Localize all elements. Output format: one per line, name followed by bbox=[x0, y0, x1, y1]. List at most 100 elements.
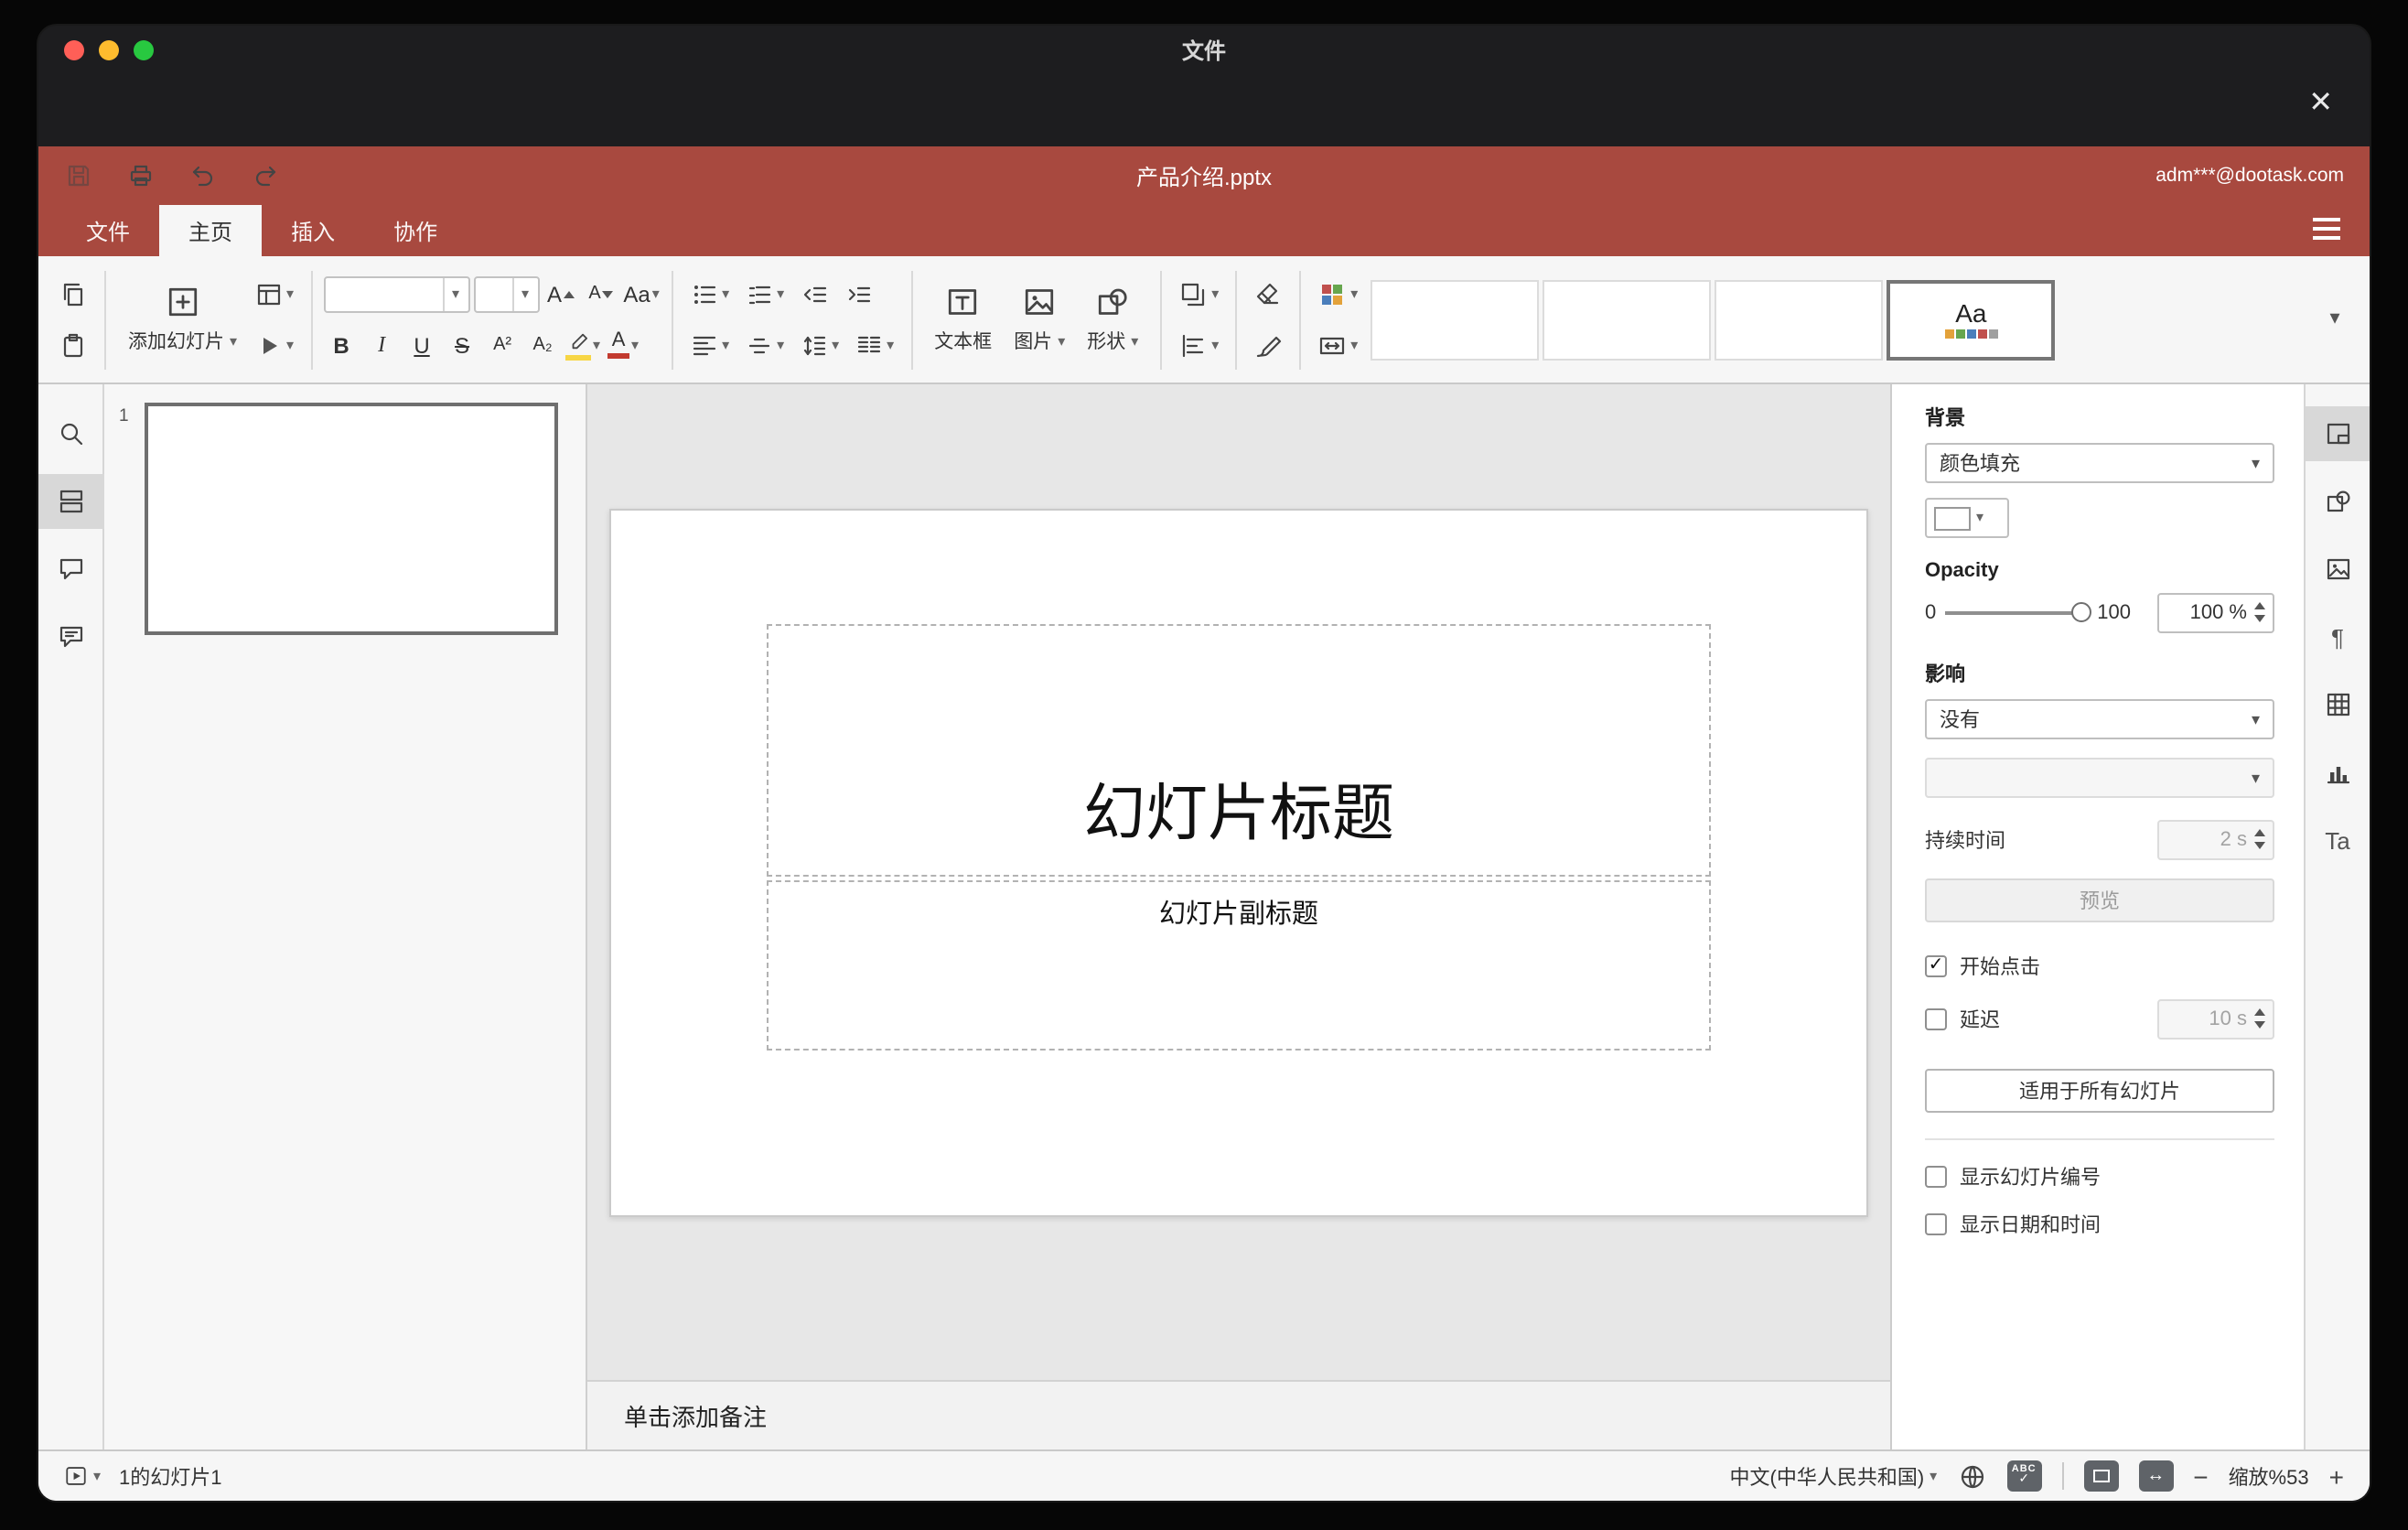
background-color-picker[interactable]: ▾ bbox=[1925, 498, 2009, 538]
undo-button[interactable] bbox=[188, 161, 218, 190]
delay-spinner[interactable]: 10 s bbox=[2157, 999, 2274, 1040]
chart-settings-button[interactable] bbox=[2305, 745, 2370, 800]
decrease-font-button[interactable]: A bbox=[583, 274, 619, 314]
slides-panel-button[interactable] bbox=[38, 474, 103, 529]
slide[interactable]: 幻灯片标题 幻灯片副标题 bbox=[609, 509, 1868, 1217]
slide-settings-panel: 背景 颜色填充 ▾ ▾ Opacity 0 100 100 % 影响 没有 ▾ … bbox=[1890, 384, 2304, 1449]
show-slide-number-checkbox[interactable] bbox=[1925, 1166, 1947, 1188]
theme-gallery-expand-button[interactable]: ▾ bbox=[2315, 279, 2355, 360]
theme-option[interactable] bbox=[1715, 279, 1884, 360]
tab-home[interactable]: 主页 bbox=[159, 205, 263, 256]
theme-option-selected[interactable]: Aa bbox=[1887, 279, 2056, 360]
opacity-spinner[interactable]: 100 % bbox=[2157, 593, 2274, 633]
menu-icon[interactable] bbox=[2313, 218, 2340, 240]
shape-settings-icon bbox=[2326, 490, 2349, 512]
increase-indent-icon bbox=[848, 286, 870, 302]
opacity-slider-thumb[interactable] bbox=[2071, 602, 2092, 622]
spinner-arrows[interactable] bbox=[2254, 602, 2265, 622]
theme-option[interactable] bbox=[1543, 279, 1712, 360]
change-case-button[interactable]: Aa ▾ bbox=[623, 274, 660, 314]
bold-button[interactable]: B bbox=[323, 325, 360, 365]
slide-layout-button[interactable]: ▾ bbox=[248, 272, 299, 316]
color-scheme-button[interactable]: ▾ bbox=[1312, 272, 1363, 316]
slide-settings-button[interactable] bbox=[2305, 406, 2370, 461]
start-on-click-checkbox[interactable]: ✓ bbox=[1925, 955, 1947, 977]
superscript-button[interactable]: A² bbox=[484, 325, 521, 365]
table-settings-button[interactable] bbox=[2305, 677, 2370, 732]
duration-spinner[interactable]: 2 s bbox=[2157, 820, 2274, 860]
set-language-button[interactable] bbox=[1957, 1461, 1986, 1491]
tab-insert[interactable]: 插入 bbox=[262, 205, 364, 256]
shape-button[interactable]: 形状 ▾ bbox=[1076, 266, 1149, 372]
decrease-indent-button[interactable] bbox=[793, 272, 833, 316]
shape-settings-button[interactable] bbox=[2305, 474, 2370, 529]
background-fill-dropdown[interactable]: 颜色填充 ▾ bbox=[1925, 443, 2274, 483]
delay-checkbox[interactable] bbox=[1925, 1008, 1947, 1030]
apply-to-all-slides-button[interactable]: 适用于所有幻灯片 bbox=[1925, 1069, 2274, 1113]
increase-font-button[interactable]: A bbox=[543, 274, 579, 314]
text-box-button[interactable]: 文本框 bbox=[923, 266, 1003, 372]
theme-preview-label: Aa bbox=[1955, 298, 1987, 328]
copy-button[interactable] bbox=[53, 272, 93, 316]
bullet-list-button[interactable]: ▾ bbox=[683, 272, 735, 316]
search-button[interactable] bbox=[38, 406, 103, 461]
font-grow-label: A bbox=[547, 281, 563, 307]
close-icon[interactable]: ✕ bbox=[2308, 89, 2333, 119]
vertical-align-button[interactable]: ▾ bbox=[738, 323, 790, 367]
add-slide-button[interactable]: 添加幻灯片 ▾ bbox=[117, 266, 248, 372]
chevron-down-icon[interactable]: ▾ bbox=[442, 277, 468, 310]
slide-size-button[interactable]: ▾ bbox=[1312, 323, 1363, 367]
redo-button[interactable] bbox=[251, 161, 280, 190]
start-slideshow-status-button[interactable]: ▾ bbox=[64, 1464, 101, 1488]
font-color-button[interactable]: A ▾ bbox=[605, 325, 641, 365]
copy-style-button[interactable] bbox=[1248, 323, 1288, 367]
line-spacing-button[interactable]: ▾ bbox=[793, 323, 844, 367]
chevron-down-icon: ▾ bbox=[1976, 509, 1984, 525]
horizontal-align-button[interactable]: ▾ bbox=[683, 323, 735, 367]
font-size-combobox[interactable]: ▾ bbox=[473, 275, 540, 312]
image-settings-button[interactable] bbox=[2305, 542, 2370, 597]
effect-type-dropdown[interactable]: ▾ bbox=[1925, 758, 2274, 798]
chevron-down-icon: ▾ bbox=[722, 285, 730, 301]
print-button[interactable] bbox=[126, 161, 156, 190]
underline-button[interactable]: U bbox=[403, 325, 440, 365]
chevron-down-icon[interactable]: ▾ bbox=[511, 277, 537, 310]
highlight-color-button[interactable]: ▾ bbox=[564, 325, 601, 365]
spellcheck-button[interactable]: ABC ✓ bbox=[2006, 1460, 2042, 1492]
image-button[interactable]: 图片 ▾ bbox=[1003, 266, 1076, 372]
subscript-button[interactable]: A₂ bbox=[524, 325, 561, 365]
opacity-slider[interactable] bbox=[1945, 602, 2092, 622]
increase-indent-button[interactable] bbox=[837, 272, 877, 316]
font-name-combobox[interactable]: ▾ bbox=[323, 275, 470, 312]
chat-button[interactable] bbox=[38, 609, 103, 664]
paste-button[interactable] bbox=[53, 323, 93, 367]
zoom-out-button[interactable]: − bbox=[2193, 1463, 2208, 1489]
strikethrough-button[interactable]: S bbox=[444, 325, 480, 365]
text-art-settings-button[interactable]: Ta bbox=[2305, 813, 2370, 867]
notes-bar[interactable]: 单击添加备注 bbox=[587, 1380, 1890, 1449]
align-shapes-button[interactable]: ▾ bbox=[1173, 323, 1224, 367]
subtitle-placeholder[interactable]: 幻灯片副标题 bbox=[767, 879, 1711, 1051]
tab-collaboration[interactable]: 协作 bbox=[364, 205, 467, 256]
theme-option[interactable] bbox=[1371, 279, 1540, 360]
show-date-time-checkbox[interactable] bbox=[1925, 1213, 1947, 1235]
comments-button[interactable] bbox=[38, 542, 103, 597]
italic-button[interactable]: I bbox=[363, 325, 400, 365]
title-placeholder[interactable]: 幻灯片标题 bbox=[767, 623, 1711, 878]
save-button[interactable] bbox=[64, 161, 93, 190]
tab-file[interactable]: 文件 bbox=[57, 205, 159, 256]
arrange-button[interactable]: ▾ bbox=[1173, 272, 1224, 316]
numbered-list-button[interactable]: ▾ bbox=[738, 272, 790, 316]
fit-width-button[interactable]: ↔ bbox=[2138, 1460, 2174, 1492]
table-icon bbox=[2326, 693, 2349, 717]
slide-thumbnail[interactable] bbox=[145, 403, 558, 635]
clear-style-button[interactable] bbox=[1248, 272, 1288, 316]
zoom-in-button[interactable]: + bbox=[2329, 1463, 2344, 1489]
language-button[interactable]: 中文(中华人民共和国) ▾ bbox=[1730, 1461, 1938, 1491]
fit-slide-button[interactable] bbox=[2083, 1460, 2119, 1492]
paragraph-settings-button[interactable]: ¶ bbox=[2305, 609, 2370, 664]
preview-button[interactable]: 预览 bbox=[1925, 878, 2274, 922]
effect-dropdown[interactable]: 没有 ▾ bbox=[1925, 699, 2274, 739]
columns-button[interactable]: ▾ bbox=[848, 323, 899, 367]
start-slideshow-button[interactable]: ▾ bbox=[248, 323, 299, 367]
